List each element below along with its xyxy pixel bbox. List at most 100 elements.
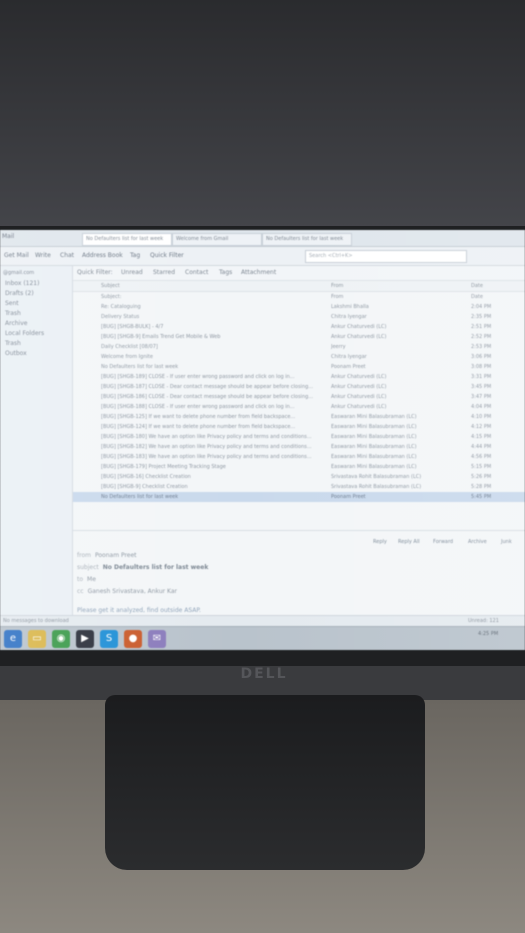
search-input[interactable]: Search <Ctrl+K> (305, 250, 467, 263)
message-date: 4:10 PM (471, 414, 492, 420)
message-subject: [BUG] [SHGB-16] Checklist Creation (101, 474, 191, 480)
folder-trash[interactable]: Trash (5, 310, 21, 317)
message-subject: [BUG] [SHGB-125] If we want to delete ph… (101, 414, 296, 420)
chrome-icon[interactable]: ◉ (52, 630, 70, 648)
get-mail-button[interactable]: Get Mail (4, 252, 29, 259)
message-row-selected[interactable]: No Defaulters list for last week Poonam P… (73, 492, 525, 502)
message-row[interactable]: [BUG] [SHGB-186] CLOSE - Dear contact me… (73, 392, 525, 402)
folder-sent[interactable]: Sent (5, 300, 19, 307)
account-name[interactable]: @gmail.com (3, 270, 34, 276)
message-from: Srivastava Rohit Balasubraman (LC) (331, 474, 422, 480)
column-date[interactable]: Date (471, 283, 483, 289)
folder-local-folders[interactable]: Local Folders (5, 330, 44, 337)
clock[interactable]: 4:25 PM (478, 630, 498, 638)
message-row[interactable]: [BUG] [SHGB-124] If we want to delete ph… (73, 422, 525, 432)
skype-icon[interactable]: S (100, 630, 118, 648)
message-row[interactable]: [BUG] [SHGB-183] We have an option like … (73, 452, 525, 462)
message-from: Easwaran Mini Balasubraman (LC) (331, 464, 417, 470)
message-subject: [BUG] [SHGB-182] We have an option like … (101, 444, 312, 450)
message-row[interactable]: Daily Checklist [08/07] Jeerry 2:53 PM (73, 342, 525, 352)
preview-to-value[interactable]: Me (87, 576, 96, 583)
preview-cc-value[interactable]: Ganesh Srivastava, Ankur Kar (88, 588, 177, 595)
message-date: 3:06 PM (471, 354, 492, 360)
filter-tags-button[interactable]: Tags (219, 269, 232, 276)
column-subject[interactable]: Subject (101, 283, 120, 289)
quick-filter-toolbar-button[interactable]: Quick Filter (150, 252, 184, 259)
message-row[interactable]: Delivery Status Chitra Iyengar 2:35 PM (73, 312, 525, 322)
message-row[interactable]: [BUG] [SHGB-9] Checklist Creation Srivast… (73, 482, 525, 492)
tag-button[interactable]: Tag (130, 252, 140, 259)
thunderbird-icon[interactable]: ✉ (148, 630, 166, 648)
message-row[interactable]: [BUG] [SHGB-BULK] - 4/7 Ankur Chaturvedi … (73, 322, 525, 332)
message-row[interactable]: No Defaulters list for last week Poonam P… (73, 362, 525, 372)
message-from: Jeerry (331, 344, 346, 350)
media-player-icon[interactable]: ▶ (76, 630, 94, 648)
message-subject: [BUG] [SHGB-9] Checklist Creation (101, 484, 188, 490)
address-book-button[interactable]: Address Book (82, 252, 123, 259)
reply-button[interactable]: Reply (373, 539, 387, 545)
message-subject: No Defaulters list for last week (101, 364, 179, 370)
message-subject: [BUG] [SHGB-BULK] - 4/7 (101, 324, 164, 330)
message-date: 5:28 PM (471, 484, 492, 490)
ie-icon[interactable]: e (4, 630, 22, 648)
message-subject: No Defaulters list for last week (101, 494, 179, 500)
tab-message-3[interactable]: No Defaulters list for last week (262, 233, 352, 246)
message-from: Chitra Iyengar (331, 314, 367, 320)
filter-unread-button[interactable]: Unread (121, 269, 143, 276)
message-subject: [BUG] [SHGB-124] If we want to delete ph… (101, 424, 296, 430)
message-date: 2:52 PM (471, 334, 492, 340)
quick-filter-bar: Quick Filter: Unread Starred Contact Tag… (73, 266, 525, 281)
message-row[interactable]: [BUG] [SHGB-9] Emails Trend Get Mobile &… (73, 332, 525, 342)
folder-archive[interactable]: Archive (5, 320, 27, 327)
junk-button[interactable]: Junk (501, 539, 512, 545)
message-from: Easwaran Mini Balasubraman (LC) (331, 444, 417, 450)
message-from: Easwaran Mini Balasubraman (LC) (331, 454, 417, 460)
preview-to-line: to Me (77, 576, 96, 583)
message-row[interactable]: [BUG] [SHGB-187] CLOSE - Dear contact me… (73, 382, 525, 392)
message-from: Ankur Chaturvedi (LC) (331, 324, 387, 330)
message-date: 5:26 PM (471, 474, 492, 480)
tab-message-2[interactable]: Welcome from Gmail (172, 233, 262, 246)
message-row[interactable]: [BUG] [SHGB-189] CLOSE - If user enter w… (73, 372, 525, 382)
message-row[interactable]: [BUG] [SHGB-125] If we want to delete ph… (73, 412, 525, 422)
preview-cc-label: cc (77, 588, 84, 595)
filter-starred-button[interactable]: Starred (153, 269, 175, 276)
message-subject: [BUG] [SHGB-179] Project Meeting Trackin… (101, 464, 226, 470)
folder-outbox[interactable]: Outbox (5, 350, 27, 357)
write-button[interactable]: Write (35, 252, 51, 259)
message-from: Lakshmi Bhalla (331, 304, 369, 310)
folder-local-trash[interactable]: Trash (5, 340, 21, 347)
folder-inbox[interactable]: Inbox (121) (5, 280, 39, 287)
message-from: Ankur Chaturvedi (LC) (331, 384, 387, 390)
message-row[interactable]: Welcome from Ignite Chitra Iyengar 3:06 PM (73, 352, 525, 362)
message-row[interactable]: [BUG] [SHGB-188] CLOSE - If user enter w… (73, 402, 525, 412)
reply-all-button[interactable]: Reply All (398, 539, 420, 545)
folder-icon[interactable]: ▭ (28, 630, 46, 648)
message-from: Chitra Iyengar (331, 354, 367, 360)
chat-button[interactable]: Chat (60, 252, 74, 259)
message-row[interactable]: Subject: From Date (73, 292, 525, 302)
column-from[interactable]: From (331, 283, 343, 289)
forward-button[interactable]: Forward (433, 539, 453, 545)
filter-contact-button[interactable]: Contact (185, 269, 208, 276)
preview-subject-label: subject (77, 564, 99, 571)
app-menu-button[interactable]: Mail (2, 233, 14, 240)
preview-from-value[interactable]: Poonam Preet (95, 552, 137, 559)
message-date: 3:31 PM (471, 374, 492, 380)
message-date: 5:45 PM (471, 494, 492, 500)
screen: Mail No Defaulters list for last week We… (0, 230, 525, 650)
filter-attachment-button[interactable]: Attachment (241, 269, 276, 276)
message-row[interactable]: [BUG] [SHGB-16] Checklist Creation Srivas… (73, 472, 525, 482)
folder-drafts[interactable]: Drafts (2) (5, 290, 34, 297)
message-subject: Re: Cataloguing (101, 304, 141, 310)
tab-message-1[interactable]: No Defaulters list for last week (82, 233, 172, 246)
message-row[interactable]: Re: Cataloguing Lakshmi Bhalla 2:04 PM (73, 302, 525, 312)
taskbar: e ▭ ◉ ▶ S ● ✉ 4:25 PM (0, 626, 525, 650)
message-row[interactable]: [BUG] [SHGB-182] We have an option like … (73, 442, 525, 452)
message-row[interactable]: [BUG] [SHGB-179] Project Meeting Trackin… (73, 462, 525, 472)
firefox-icon[interactable]: ● (124, 630, 142, 648)
quick-filter-label: Quick Filter: (77, 269, 113, 276)
archive-button[interactable]: Archive (468, 539, 487, 545)
message-row[interactable]: [BUG] [SHGB-180] We have an option like … (73, 432, 525, 442)
preview-from-label: from (77, 552, 91, 559)
